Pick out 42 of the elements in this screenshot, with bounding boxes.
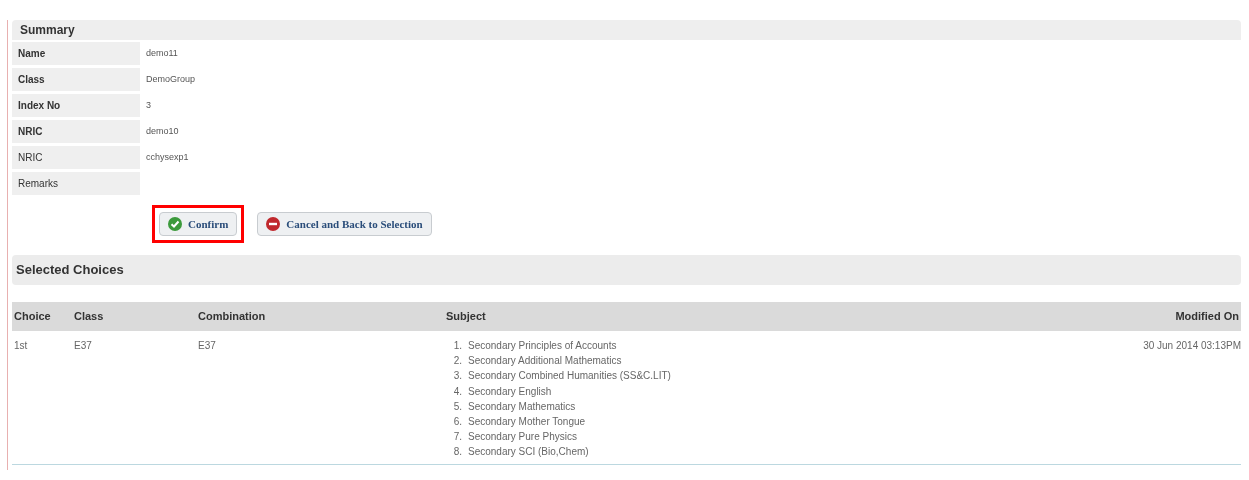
subject-item: Secondary Mathematics (468, 399, 576, 414)
field-label: NRIC (12, 120, 140, 143)
field-label: NRIC (12, 146, 140, 169)
list-number: 6. (452, 415, 462, 430)
subject-item: Secondary SCI (Bio,Chem) (468, 445, 589, 460)
column-header: Combination (198, 310, 266, 323)
section-title: Summary (20, 23, 75, 37)
field-label: Class (12, 68, 140, 91)
check-icon (168, 217, 182, 231)
subject-item: Secondary Mother Tongue (468, 415, 586, 430)
stop-icon (266, 217, 281, 231)
subject-item: Secondary Pure Physics (468, 430, 577, 445)
field-value: cchysexp1 (146, 150, 189, 164)
list-number: 1. (452, 339, 462, 354)
field-value: 3 (146, 98, 151, 112)
field-label: Remarks (12, 172, 140, 195)
table-cell: 30 Jun 2014 03:13PM (1143, 340, 1241, 351)
table-cell: 1st (14, 340, 28, 351)
section-title: Selected Choices (16, 261, 124, 280)
column-header: Modified On (1175, 310, 1239, 323)
list-number: 7. (452, 430, 462, 445)
subject-item: Secondary English (468, 384, 552, 399)
list-number: 2. (452, 354, 462, 369)
list-number: 5. (452, 399, 462, 414)
field-value: DemoGroup (146, 72, 196, 86)
column-header: Subject (446, 310, 486, 323)
cancel-button[interactable]: Cancel and Back to Selection (257, 212, 432, 236)
column-header: Class (74, 310, 104, 323)
field-label: Index No (12, 94, 140, 117)
field-value: demo10 (146, 124, 179, 138)
list-number: 8. (452, 445, 462, 460)
table-cell: E37 (74, 340, 92, 351)
field-value: demo11 (146, 46, 178, 60)
subject-item: Secondary Combined Humanities (SS&C.LIT) (468, 369, 671, 384)
subject-item: Secondary Principles of Accounts (468, 339, 617, 354)
column-header: Choice (14, 310, 51, 323)
subject-item: Secondary Additional Mathematics (468, 354, 622, 369)
table-cell: E37 (198, 340, 216, 351)
list-number: 4. (452, 384, 462, 399)
list-number: 3. (452, 369, 462, 384)
confirm-button[interactable]: Confirm (159, 212, 238, 236)
field-label: Name (12, 42, 140, 65)
